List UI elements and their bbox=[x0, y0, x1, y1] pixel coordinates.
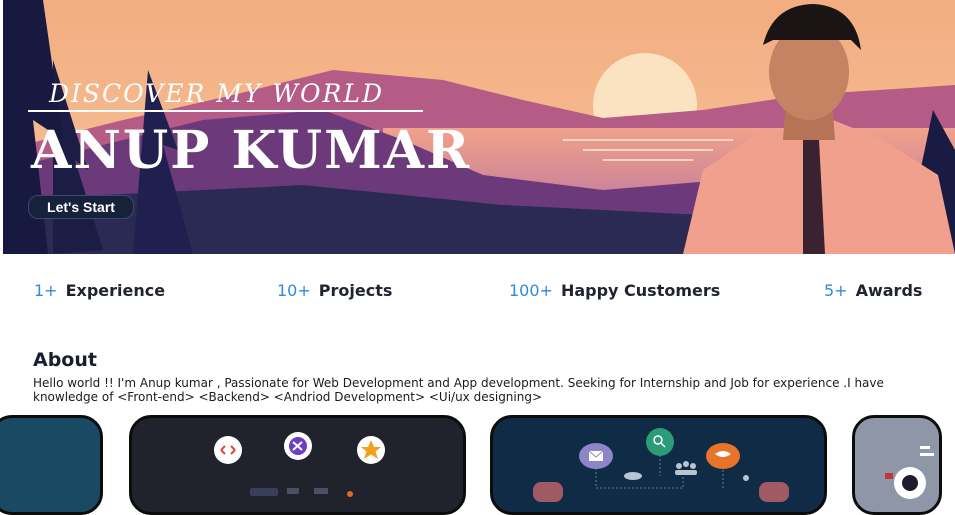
card-illustration bbox=[214, 432, 385, 497]
stat-number: 100+ bbox=[509, 281, 553, 300]
lets-start-button[interactable]: Let's Start bbox=[28, 195, 134, 219]
project-card-1[interactable] bbox=[0, 415, 103, 515]
project-card-3[interactable] bbox=[490, 415, 827, 515]
stat-number: 1+ bbox=[34, 281, 58, 300]
stat-awards: 5+ Awards bbox=[824, 281, 922, 300]
hero-banner: DISCOVER MY WORLD ANUP KUMAR Let's Start bbox=[3, 0, 955, 254]
stat-number: 5+ bbox=[824, 281, 848, 300]
code-icon bbox=[214, 436, 242, 464]
stat-label: Happy Customers bbox=[560, 281, 721, 300]
stat-label: Awards bbox=[855, 281, 923, 300]
card-illustration bbox=[533, 428, 789, 502]
project-card-2[interactable] bbox=[129, 415, 466, 515]
hero-divider bbox=[28, 110, 423, 112]
hero-name: ANUP KUMAR bbox=[31, 120, 472, 181]
about-description: Hello world !! I'm Anup kumar , Passiona… bbox=[33, 376, 884, 404]
search-icon bbox=[646, 428, 674, 456]
users-icon bbox=[675, 461, 697, 475]
project-card-4[interactable] bbox=[852, 415, 942, 515]
stat-label: Projects bbox=[318, 281, 393, 300]
stat-experience: 1+ Experience bbox=[34, 281, 165, 300]
stat-projects: 10+ Projects bbox=[277, 281, 392, 300]
stat-number: 10+ bbox=[277, 281, 311, 300]
card-illustration bbox=[885, 446, 934, 499]
stat-label: Experience bbox=[65, 281, 166, 300]
about-heading: About bbox=[33, 349, 97, 371]
stats-row: 1+ Experience 10+ Projects 100+ Happy Custo… bbox=[0, 281, 955, 307]
stat-happy-customers: 100+ Happy Customers bbox=[509, 281, 720, 300]
hero-subtitle: DISCOVER MY WORLD bbox=[49, 79, 385, 108]
